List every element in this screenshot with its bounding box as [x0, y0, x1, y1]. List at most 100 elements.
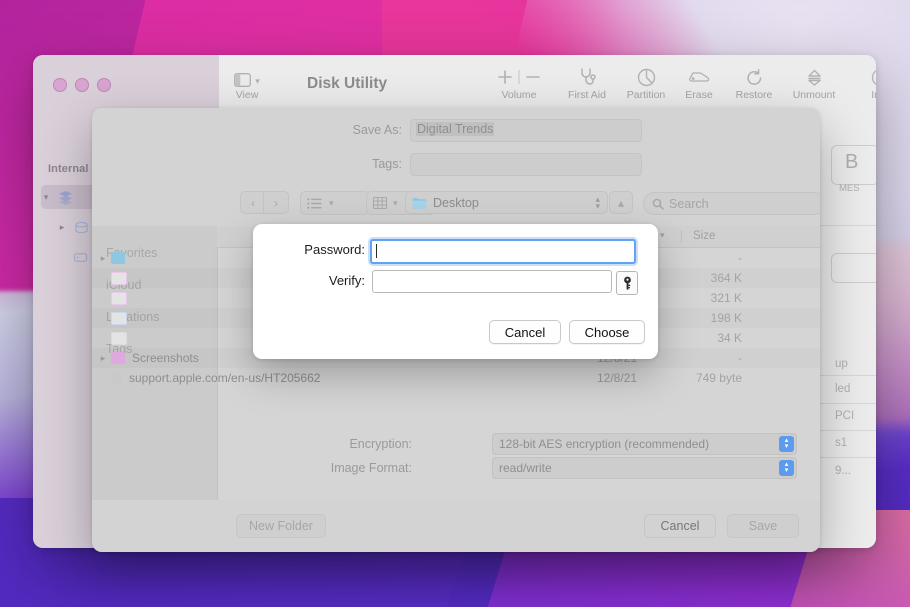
connection-value: PCI: [835, 410, 854, 422]
zoom-button[interactable]: [97, 78, 111, 92]
up-down-chevron-icon: ▴▾: [595, 196, 600, 210]
file-name: support.apple.com/en-us/HT205662: [129, 371, 320, 385]
legend-box: [831, 253, 876, 283]
verify-input[interactable]: [372, 270, 612, 293]
toolbar-restore-button[interactable]: Restore: [724, 61, 784, 101]
file-size: 198 K: [711, 311, 742, 325]
toolbar-partition-button[interactable]: Partition: [617, 61, 675, 101]
chevron-right-icon: ›: [274, 196, 278, 210]
text-caret: [376, 244, 377, 258]
image-format-popup[interactable]: read/write ▴▾: [492, 457, 797, 479]
toolbar-volume-button[interactable]: Volume: [489, 61, 549, 101]
chevron-down-icon: ▾: [393, 198, 398, 209]
eject-icon: [782, 61, 846, 87]
forward-button[interactable]: ›: [263, 191, 289, 214]
file-pink-icon: [111, 292, 127, 305]
chevron-down-icon: ▾: [255, 76, 260, 87]
search-field[interactable]: Search: [643, 192, 820, 215]
disk-stack-icon: [58, 190, 73, 205]
window-controls[interactable]: [53, 78, 111, 92]
file-size: -: [738, 251, 742, 265]
column-size[interactable]: Size: [693, 230, 715, 242]
extra-value: 9...: [835, 465, 851, 477]
screen: Internal ▾ ▸: [0, 0, 910, 607]
volumes-label: MES: [839, 183, 860, 194]
toolbar-info-button[interactable]: Info: [860, 61, 876, 101]
toolbar-label: Volume: [489, 89, 549, 101]
group-value: up: [835, 358, 848, 370]
file-grey-icon: [111, 332, 127, 345]
chevron-down-icon: ▾: [41, 192, 51, 203]
image-format-value: read/write: [499, 461, 552, 475]
sidebar-item-volume[interactable]: [73, 245, 88, 269]
file-size: -: [738, 351, 742, 365]
encryption-value: 128-bit AES encryption (recommended): [499, 437, 709, 451]
sidebar-item-container[interactable]: ▸: [57, 215, 89, 239]
file-size: 321 K: [711, 291, 742, 305]
toolbar-label: Info: [860, 89, 876, 101]
stepper-icon[interactable]: ▴▾: [779, 436, 794, 452]
stethoscope-icon: [559, 61, 615, 87]
encryption-label: Encryption:: [322, 437, 412, 451]
search-placeholder: Search: [669, 197, 709, 211]
chevron-right-icon[interactable]: ▸: [98, 353, 108, 364]
plus-minus-icon: [489, 61, 549, 87]
folder-pink-icon: [111, 352, 125, 364]
file-pink-icon: [111, 272, 127, 285]
chevron-right-icon: ▸: [57, 222, 67, 233]
sidebar-toggle-icon: ▾: [225, 61, 269, 87]
safari-link-icon: [111, 373, 122, 384]
password-choose-button[interactable]: Choose: [569, 320, 645, 344]
search-icon: [652, 198, 664, 210]
volume-icon: [73, 250, 88, 265]
toolbar-label: Restore: [724, 89, 784, 101]
password-input[interactable]: [370, 239, 636, 264]
file-name: Screenshots: [132, 351, 199, 365]
sidebar-toggle-button[interactable]: ▾ View: [225, 61, 269, 101]
close-button[interactable]: [53, 78, 67, 92]
disk-icon: [74, 220, 89, 235]
capacity-value: B: [845, 151, 858, 174]
password-cancel-button[interactable]: Cancel: [489, 320, 561, 344]
pie-chart-icon: [617, 61, 675, 87]
folder-icon: [412, 197, 427, 209]
toolbar-first-aid-button[interactable]: First Aid: [559, 61, 615, 101]
location-value: Desktop: [433, 196, 479, 210]
key-icon: [622, 276, 633, 290]
list-view-button[interactable]: ▾: [300, 191, 370, 215]
encryption-popup[interactable]: 128-bit AES encryption (recommended) ▴▾: [492, 433, 797, 455]
toolbar-label: Unmount: [782, 89, 846, 101]
location-popup-button[interactable]: Desktop ▴▾: [405, 191, 608, 214]
device-value: s1: [835, 437, 847, 449]
tags-input[interactable]: [410, 153, 642, 176]
sheet-cancel-button[interactable]: Cancel: [644, 514, 716, 538]
file-size: 364 K: [711, 271, 742, 285]
chevron-up-icon: ▴: [618, 196, 624, 210]
minimize-button[interactable]: [75, 78, 89, 92]
sheet-save-button[interactable]: Save: [727, 514, 799, 538]
password-label: Password:: [273, 242, 365, 257]
verify-label: Verify:: [273, 273, 365, 288]
new-folder-button[interactable]: New Folder: [236, 514, 326, 538]
erase-disk-icon: [674, 61, 724, 87]
grid-view-icon: [373, 197, 387, 209]
password-dialog: Password: Verify: Cancel Choose: [253, 224, 658, 359]
chevron-right-icon[interactable]: ▸: [98, 253, 108, 264]
table-row[interactable]: support.apple.com/en-us/HT20566212/8/217…: [92, 368, 820, 388]
collapse-button[interactable]: ▴: [609, 191, 633, 214]
save-as-value: Digital Trends: [416, 122, 494, 136]
file-size: 34 K: [717, 331, 742, 345]
save-as-input[interactable]: Digital Trends: [410, 119, 642, 142]
info-circle-icon: [860, 61, 876, 87]
chevron-down-icon: ▾: [660, 230, 665, 241]
folder-blue-icon: [111, 252, 125, 264]
toolbar-unmount-button[interactable]: Unmount: [782, 61, 846, 101]
password-assistant-button[interactable]: [616, 271, 638, 295]
chevron-left-icon: ‹: [251, 196, 255, 210]
window-title: Disk Utility: [307, 75, 387, 93]
image-format-label: Image Format:: [305, 461, 412, 475]
toolbar-label: Erase: [674, 89, 724, 101]
stepper-icon[interactable]: ▴▾: [779, 460, 794, 476]
toolbar-erase-button[interactable]: Erase: [674, 61, 724, 101]
file-date: 12/8/21: [597, 371, 637, 385]
